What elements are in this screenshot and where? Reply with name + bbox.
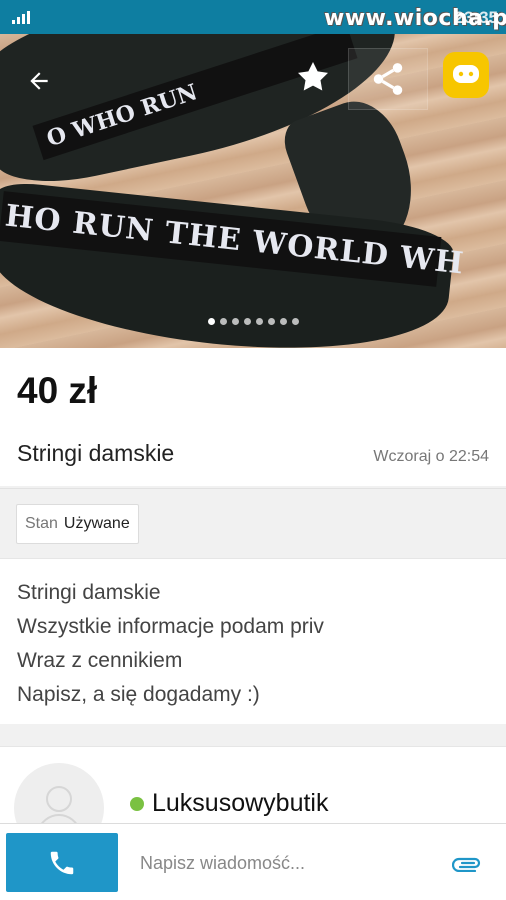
listing-date: Wczoraj o 22:54: [373, 448, 489, 465]
back-button[interactable]: [16, 58, 62, 104]
share-button[interactable]: [348, 48, 428, 110]
description-line: Stringi damskie: [17, 581, 161, 604]
pagination-dot[interactable]: [279, 318, 287, 325]
pagination-dot[interactable]: [291, 318, 299, 325]
phone-icon: [50, 851, 74, 874]
pagination-dot[interactable]: [255, 318, 263, 325]
param-chip-condition: Stan Używane: [16, 504, 139, 544]
seller-name[interactable]: Luksusowybutik: [152, 789, 328, 818]
listing-title: Stringi damskie: [17, 440, 175, 466]
pagination-dot[interactable]: [243, 318, 251, 325]
pagination-dot[interactable]: [219, 318, 227, 325]
description-line: Wszystkie informacje podam priv: [17, 615, 324, 638]
attach-button[interactable]: [450, 850, 484, 876]
message-input[interactable]: [140, 850, 430, 876]
chat-bubble-icon: [453, 65, 479, 83]
star-icon: [298, 62, 328, 91]
favorite-button[interactable]: [290, 54, 336, 100]
description-line: Wraz z cennikiem: [17, 649, 183, 672]
signal-icon: [12, 10, 30, 24]
gallery-pagination: [0, 318, 506, 325]
description-line: Napisz, a się dogadamy :): [17, 683, 260, 706]
listing-price: 40 zł: [17, 370, 98, 411]
listing-header: 40 zł Stringi damskie Wczoraj o 22:54: [0, 348, 506, 486]
pagination-dot[interactable]: [231, 318, 239, 325]
arrow-left-icon: [30, 72, 48, 90]
call-button[interactable]: [6, 833, 118, 892]
seller-avatar[interactable]: [14, 763, 104, 826]
param-value: Używane: [63, 515, 130, 532]
pagination-dot[interactable]: [267, 318, 275, 325]
photo-gallery[interactable]: O WHO RUN HO RUN THE WORLD WH: [0, 34, 506, 348]
share-icon: [373, 63, 403, 95]
seller-card[interactable]: Luksusowybutik: [0, 746, 506, 826]
chat-button[interactable]: [443, 52, 489, 98]
status-bar: www.wiocha.pl 23:35: [0, 0, 506, 34]
listing-params: Stan Używane: [0, 488, 506, 556]
status-time: 23:35: [454, 8, 498, 27]
online-status-dot: [130, 797, 144, 811]
pagination-dot[interactable]: [207, 318, 215, 325]
param-key: Stan: [25, 515, 58, 532]
paperclip-icon: [452, 857, 481, 872]
message-bar: [0, 823, 506, 900]
listing-description: Stringi damskie Wszystkie informacje pod…: [0, 558, 506, 724]
user-icon: [38, 786, 80, 826]
